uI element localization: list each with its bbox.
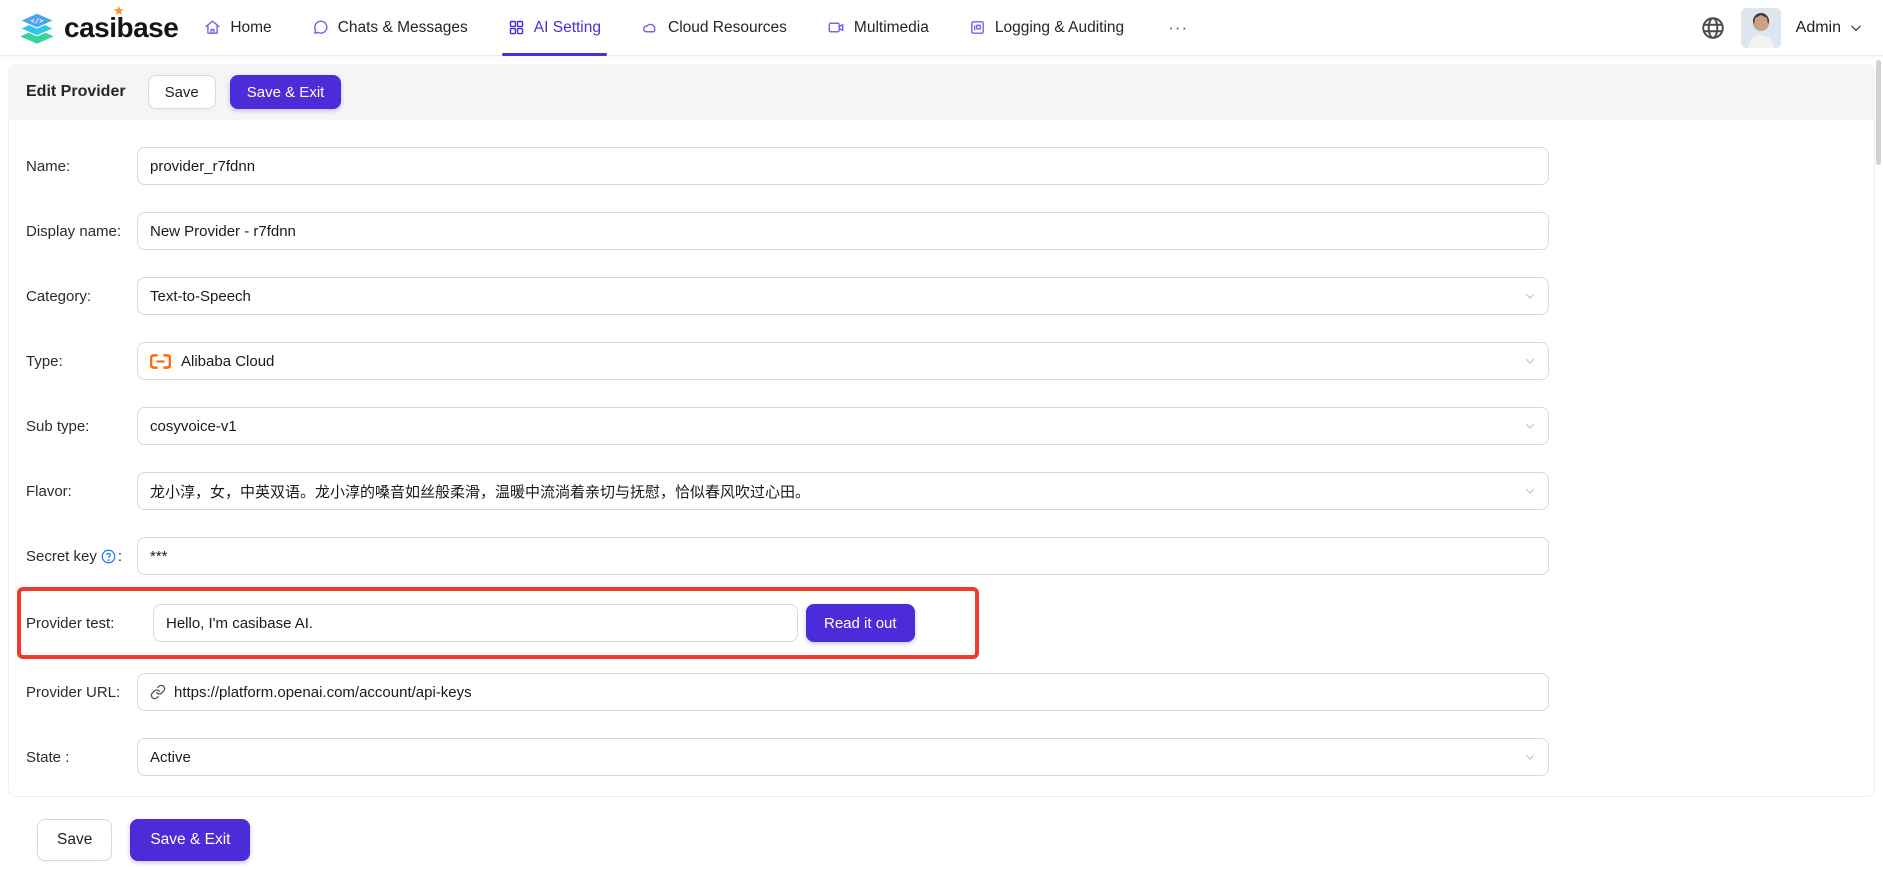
nav-item-label: Logging & Auditing	[995, 19, 1124, 37]
provider-test-highlight-box: Provider test: Read it out	[17, 587, 979, 659]
nav-item-multimedia[interactable]: Multimedia	[827, 0, 929, 56]
video-camera-icon	[827, 19, 845, 36]
form-row-type: Type: Alibaba Cloud	[9, 342, 1874, 380]
field-label: Flavor:	[9, 483, 137, 500]
form-row-sub-type: Sub type: cosyvoice-v1	[9, 407, 1874, 445]
field-label: Provider test:	[21, 615, 153, 632]
category-select[interactable]: Text-to-Speech	[137, 277, 1549, 315]
vertical-scrollbar[interactable]	[1876, 60, 1881, 165]
form-row-name: Name:	[9, 147, 1874, 185]
edit-provider-form: Name: Display name: Category: Text-to-Sp…	[8, 120, 1875, 797]
type-select[interactable]: Alibaba Cloud	[137, 342, 1549, 380]
nav-item-label: Cloud Resources	[668, 19, 787, 37]
footer-save-exit-button[interactable]: Save & Exit	[130, 819, 250, 861]
field-label: Type:	[9, 353, 137, 370]
cloud-icon	[641, 19, 659, 36]
nav-item-ai-setting[interactable]: AI Setting	[508, 0, 601, 56]
user-menu[interactable]: Admin	[1796, 19, 1863, 37]
alibaba-cloud-icon	[150, 354, 171, 369]
field-label: Sub type:	[9, 418, 137, 435]
category-value: Text-to-Speech	[150, 288, 251, 305]
name-input[interactable]	[137, 147, 1549, 185]
sub-type-value: cosyvoice-v1	[150, 418, 237, 435]
flavor-select[interactable]: 龙小淳，女，中英双语。龙小淳的嗓音如丝般柔滑，温暖中流淌着亲切与抚慰，恰似春风吹…	[137, 472, 1549, 510]
page-title: Edit Provider	[18, 83, 126, 101]
nav-item-label: Multimedia	[854, 19, 929, 37]
sub-type-select[interactable]: cosyvoice-v1	[137, 407, 1549, 445]
main-menu: Home Chats & Messages AI Setting Cloud R…	[204, 0, 1192, 56]
nav-more-button[interactable]: ···	[1164, 18, 1192, 38]
home-icon	[204, 19, 221, 36]
nav-item-label: Home	[230, 19, 271, 37]
state-select[interactable]: Active	[137, 738, 1549, 776]
field-label: Secret key :	[9, 548, 137, 565]
nav-item-label: Chats & Messages	[338, 19, 468, 37]
field-label: State :	[9, 749, 137, 766]
form-row-state: State : Active	[9, 738, 1874, 776]
nav-item-home[interactable]: Home	[204, 0, 271, 56]
question-circle-icon[interactable]	[101, 549, 116, 564]
navbar-right: Admin	[1700, 8, 1863, 48]
user-avatar[interactable]	[1741, 8, 1781, 48]
user-name-label: Admin	[1796, 19, 1841, 37]
form-row-provider-url: Provider URL: https://platform.openai.co…	[9, 673, 1874, 711]
nav-item-label: AI Setting	[534, 19, 601, 37]
app-window: </> casibase ★ Home Chats & Messages	[0, 0, 1883, 870]
casibase-layers-icon: </>	[16, 8, 58, 48]
flavor-value: 龙小淳，女，中英双语。龙小淳的嗓音如丝般柔滑，温暖中流淌着亲切与抚慰，恰似春风吹…	[150, 481, 810, 502]
nav-item-cloud-resources[interactable]: Cloud Resources	[641, 0, 787, 56]
read-it-out-button[interactable]: Read it out	[806, 604, 915, 642]
form-row-flavor: Flavor: 龙小淳，女，中英双语。龙小淳的嗓音如丝般柔滑，温暖中流淌着亲切与…	[9, 472, 1874, 510]
field-label: Provider URL:	[9, 684, 137, 701]
top-navbar: </> casibase ★ Home Chats & Messages	[0, 0, 1883, 56]
footer-actions: Save Save & Exit	[37, 819, 1883, 861]
link-icon	[150, 684, 166, 700]
secret-key-input[interactable]	[137, 537, 1549, 575]
brand-logo[interactable]: </> casibase ★	[16, 8, 178, 48]
form-row-secret-key: Secret key :	[9, 537, 1874, 575]
chat-bubble-icon	[312, 19, 329, 36]
save-exit-button[interactable]: Save & Exit	[230, 75, 342, 109]
provider-url-value: https://platform.openai.com/account/api-…	[174, 684, 472, 701]
field-label: Category:	[9, 288, 137, 305]
log-document-icon	[969, 19, 986, 36]
nav-item-logging-auditing[interactable]: Logging & Auditing	[969, 0, 1124, 56]
form-row-category: Category: Text-to-Speech	[9, 277, 1874, 315]
nav-item-chats-messages[interactable]: Chats & Messages	[312, 0, 468, 56]
provider-test-input[interactable]	[153, 604, 798, 642]
page-header: Edit Provider Save Save & Exit	[8, 64, 1875, 120]
footer-save-button[interactable]: Save	[37, 819, 112, 861]
save-button[interactable]: Save	[148, 75, 216, 109]
chevron-down-icon	[1849, 21, 1863, 35]
star-icon: ★	[113, 4, 125, 17]
state-value: Active	[150, 749, 191, 766]
display-name-input[interactable]	[137, 212, 1549, 250]
provider-url-field[interactable]: https://platform.openai.com/account/api-…	[137, 673, 1549, 711]
language-globe-icon[interactable]	[1700, 15, 1726, 41]
svg-text:</>: </>	[31, 17, 44, 25]
type-value: Alibaba Cloud	[181, 353, 274, 370]
grid-icon	[508, 19, 525, 36]
field-label: Name:	[9, 158, 137, 175]
form-row-display-name: Display name:	[9, 212, 1874, 250]
field-label: Display name:	[9, 223, 137, 240]
